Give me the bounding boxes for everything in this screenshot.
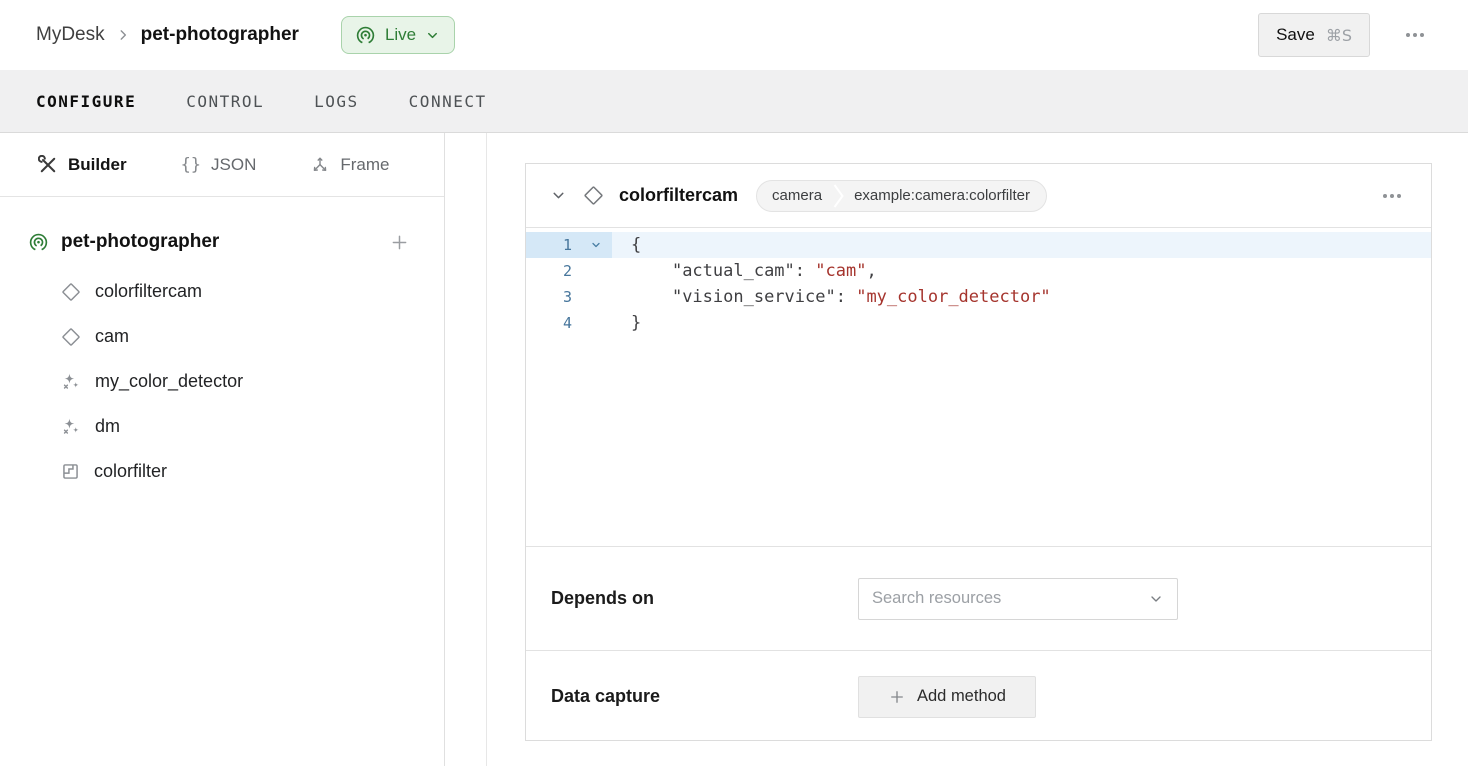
- line-number: 3: [526, 284, 572, 310]
- view-mode-label: JSON: [211, 155, 256, 175]
- header-overflow-menu-icon[interactable]: [1400, 27, 1430, 43]
- tree-item-label: colorfiltercam: [95, 281, 202, 302]
- live-status-label: Live: [385, 25, 416, 45]
- component-diamond-icon: [582, 184, 605, 207]
- tab-logs[interactable]: LOGS: [314, 92, 359, 111]
- depends-on-placeholder: Search resources: [872, 589, 1148, 608]
- card-overflow-menu-icon[interactable]: [1377, 188, 1407, 204]
- depends-on-label: Depends on: [551, 588, 858, 609]
- save-button-label: Save: [1276, 25, 1315, 45]
- service-sparkles-icon: [60, 371, 82, 393]
- line-number: 2: [526, 258, 572, 284]
- tab-control[interactable]: CONTROL: [186, 92, 264, 111]
- tree-root-machine[interactable]: pet-photographer: [0, 223, 444, 261]
- machine-name-label: pet-photographer: [61, 231, 219, 253]
- gutter: 1: [526, 232, 612, 258]
- code-line-1[interactable]: 1{: [526, 232, 1431, 258]
- save-shortcut-hint: ⌘S: [1326, 26, 1352, 45]
- view-mode-label: Frame: [340, 155, 389, 175]
- code-line-4[interactable]: 4}: [526, 310, 1431, 336]
- view-mode-builder[interactable]: Builder: [38, 155, 127, 175]
- tree-item-colorfiltercam[interactable]: colorfiltercam: [0, 269, 444, 314]
- depends-on-select[interactable]: Search resources: [858, 578, 1178, 620]
- chevron-down-icon: [425, 28, 440, 43]
- card-header: colorfiltercam camera example:camera:col…: [526, 164, 1431, 228]
- code-text: }: [612, 310, 1431, 336]
- resource-config-card: colorfiltercam camera example:camera:col…: [525, 163, 1432, 741]
- live-status-dropdown[interactable]: Live: [341, 16, 455, 54]
- code-text: "vision_service": "my_color_detector": [612, 284, 1431, 310]
- add-resource-button[interactable]: [389, 232, 410, 253]
- tree-item-label: dm: [95, 416, 120, 437]
- braces-icon: {}: [181, 155, 201, 175]
- resource-tree: colorfiltercam cam my_color_detectordm colo…: [0, 269, 444, 494]
- breadcrumb-machine-name: pet-photographer: [141, 24, 299, 46]
- json-attributes-editor[interactable]: 1{2 "actual_cam": "cam",3 "vision_servic…: [526, 228, 1431, 546]
- code-line-2[interactable]: 2 "actual_cam": "cam",: [526, 258, 1431, 284]
- code-text: {: [612, 232, 1431, 258]
- resource-title: colorfiltercam: [619, 185, 738, 206]
- line-number: 4: [526, 310, 572, 336]
- chevron-right-icon: [116, 28, 130, 42]
- tree-item-cam[interactable]: cam: [0, 314, 444, 359]
- component-diamond-icon: [60, 326, 82, 348]
- collapse-chevron-icon[interactable]: [550, 187, 567, 204]
- line-number: 1: [526, 232, 572, 258]
- frame-axes-icon: [310, 155, 330, 175]
- depends-on-section: Depends on Search resources: [526, 546, 1431, 650]
- data-capture-label: Data capture: [551, 686, 858, 707]
- sidebar: Builder {} JSON Frame pet-photographer colo…: [0, 133, 445, 766]
- badge-model-segment: example:camera:colorfilter: [845, 180, 1046, 212]
- breadcrumb-parent[interactable]: MyDesk: [36, 24, 105, 46]
- code-line-3[interactable]: 3 "vision_service": "my_color_detector": [526, 284, 1431, 310]
- panel-divider: [486, 133, 487, 766]
- gutter: 3: [526, 284, 612, 310]
- broadcast-icon: [355, 25, 376, 46]
- view-mode-json[interactable]: {} JSON: [181, 155, 257, 175]
- data-capture-section: Data capture Add method: [526, 650, 1431, 742]
- broadcast-icon: [28, 232, 49, 253]
- tree-item-colorfilter[interactable]: colorfilter: [0, 449, 444, 494]
- tree-item-label: colorfilter: [94, 461, 167, 482]
- add-method-label: Add method: [917, 687, 1006, 706]
- view-toggle: Builder {} JSON Frame: [0, 133, 444, 197]
- plus-icon: [888, 688, 906, 706]
- view-mode-label: Builder: [68, 155, 127, 175]
- fold-chevron-icon[interactable]: [590, 239, 602, 251]
- gutter: 4: [526, 310, 612, 336]
- builder-tools-icon: [38, 155, 58, 175]
- app-header: MyDesk pet-photographer Live Save ⌘S: [0, 0, 1468, 70]
- tree-item-dm[interactable]: dm: [0, 404, 444, 449]
- resource-type-badge: camera example:camera:colorfilter: [756, 180, 1047, 212]
- add-method-button[interactable]: Add method: [858, 676, 1036, 718]
- tree-item-label: my_color_detector: [95, 371, 243, 392]
- tab-connect[interactable]: CONNECT: [409, 92, 487, 111]
- badge-api-segment: camera: [757, 180, 832, 212]
- chevron-down-icon: [1148, 591, 1164, 607]
- module-icon: [60, 461, 81, 482]
- tab-bar: CONFIGURE CONTROL LOGS CONNECT: [0, 70, 1468, 133]
- service-sparkles-icon: [60, 416, 82, 438]
- save-button[interactable]: Save ⌘S: [1258, 13, 1370, 57]
- tree-item-my_color_detector[interactable]: my_color_detector: [0, 359, 444, 404]
- tree-item-label: cam: [95, 326, 129, 347]
- code-text: "actual_cam": "cam",: [612, 258, 1431, 284]
- component-diamond-icon: [60, 281, 82, 303]
- badge-divider: [832, 180, 845, 212]
- tab-configure[interactable]: CONFIGURE: [36, 92, 136, 111]
- gutter: 2: [526, 258, 612, 284]
- view-mode-frame[interactable]: Frame: [310, 155, 389, 175]
